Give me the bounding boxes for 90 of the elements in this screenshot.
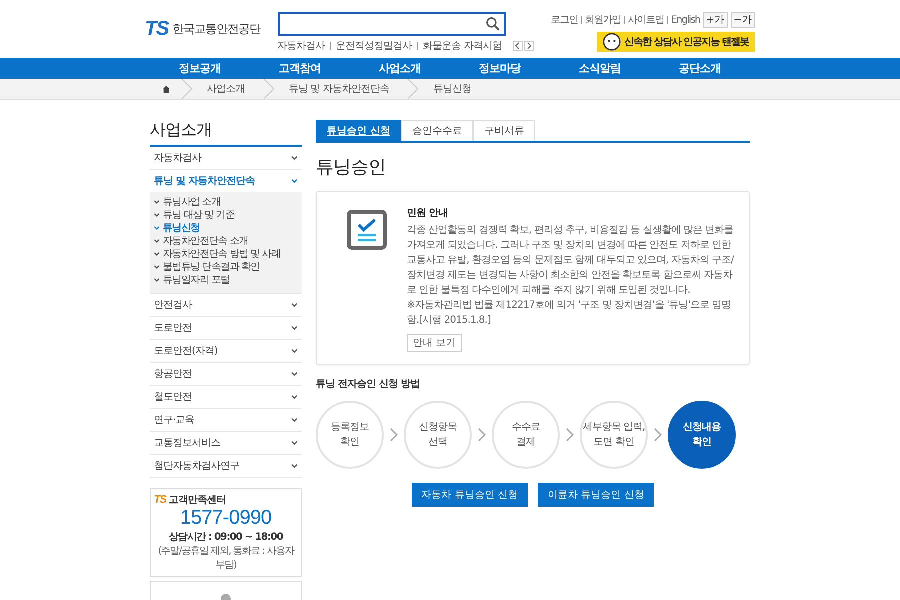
search-field[interactable] <box>278 12 506 36</box>
step-circle: 신청내용 확인 <box>668 401 736 469</box>
contact-title: 고객만족센터 <box>169 494 226 507</box>
submenu-item[interactable]: 튜닝사업 소개 <box>154 196 298 209</box>
breadcrumb-link[interactable]: 튜닝 및 자동차안전단속 <box>289 82 390 96</box>
step-circle: 신청항목 선택 <box>404 401 472 469</box>
quick-link[interactable]: 운전적성정밀검사 <box>336 39 412 53</box>
logo-mark: TS <box>154 494 166 506</box>
caret-icon <box>154 200 160 205</box>
step-circle: 세부항목 입력, 도면 확인 <box>580 401 648 469</box>
utility-link[interactable]: 사이트맵 <box>628 13 664 27</box>
caret-icon <box>291 156 298 160</box>
notice-note: ※자동차관리법 법률 제12217호에 의거 '구조 및 장치변경'을 '튜닝'으로 명명함.[시행 2015.1.8.] <box>407 299 732 328</box>
section-title: 튜닝 전자승인 신청 방법 <box>316 378 421 391</box>
sidebar-item[interactable]: 도로안전(자격) <box>150 340 302 363</box>
page-title: 튜닝승인 <box>316 156 387 179</box>
next-icon[interactable] <box>524 41 534 51</box>
chatbot-banner[interactable]: 신속한 상담사 인공지능 탠젤봇 <box>596 32 755 52</box>
logo-mark[interactable]: TS <box>145 18 169 41</box>
sidebar-item[interactable]: 도로안전 <box>150 317 302 340</box>
caret-icon <box>154 239 160 244</box>
navigation-item[interactable]: 사업소개 <box>350 58 450 79</box>
notice-title: 민원 안내 <box>407 207 449 220</box>
breadcrumb-link[interactable]: 튜닝신청 <box>433 82 472 96</box>
chevron-icon <box>181 79 193 99</box>
sidebar-item[interactable]: 첨단자동차검사연구 <box>150 455 302 478</box>
caret-icon <box>291 394 298 400</box>
quick-link[interactable]: 자동차검사 <box>278 39 326 53</box>
sidebar-item[interactable]: 연구·교육 <box>150 409 302 432</box>
chevron-icon <box>566 428 574 442</box>
tab[interactable]: 구비서류 <box>473 120 536 141</box>
chevron-icon <box>478 428 486 442</box>
step-circle: 등록정보 확인 <box>316 401 384 469</box>
submenu-item[interactable]: 불법튜닝 단속결과 확인 <box>154 261 298 274</box>
navigation-item[interactable]: 소식알림 <box>550 58 650 79</box>
caret-icon <box>154 226 160 231</box>
utility-link[interactable]: 회원가입 <box>585 13 622 27</box>
home-icon[interactable] <box>162 84 171 94</box>
caret-icon <box>291 464 298 468</box>
submenu-item[interactable]: 자동차안전단속 방법 및 사례 <box>154 248 298 261</box>
checklist-icon <box>347 210 387 250</box>
previous-icon[interactable] <box>512 41 523 51</box>
caret-icon <box>291 418 298 422</box>
navigation-item[interactable]: 정보공개 <box>150 58 250 79</box>
caret-icon <box>154 278 160 283</box>
sidebar-item[interactable]: 항공안전 <box>150 363 302 386</box>
tab[interactable]: 승인수수료 <box>401 120 474 141</box>
guide-button[interactable]: 안내 보기 <box>407 334 462 352</box>
navigation-item[interactable]: 공단소개 <box>650 58 750 79</box>
quick-link[interactable]: 화물운송 자격시험 <box>423 39 502 53</box>
notice-text: 각종 산업활동의 경쟁력 확보, 편리성 추구, 비용절감 등 실생활에 많은 변화를 가져오게 되었습니다. 그러나 구조 및 장치의 변경에 따른 안전도 저하로 인한 교통사고 유발, 환경오염 등의 문제점도 함께 대두되고 있으며, 자동차의 구조/장치변경 제도는 변경되는 사항이 최소한의 안전을 확보토록 함으로써 자동차로 인한 불특정 다수인에게 피해를 주지 않기 위해 도입된 것입니다. <box>407 224 735 298</box>
step-circle: 수수료 결제 <box>492 401 560 469</box>
caret-icon <box>291 372 298 376</box>
sidebar-item[interactable]: 철도안전 <box>150 386 302 409</box>
navigation-item[interactable]: 고객참여 <box>250 58 350 79</box>
font-size-button[interactable]: +가 <box>703 12 728 28</box>
chevron-icon <box>407 79 420 99</box>
navigation-item[interactable]: 정보마당 <box>450 58 550 79</box>
caret-icon <box>154 213 160 218</box>
chevron-icon <box>654 428 662 442</box>
sidebar-item[interactable]: 안전검사 <box>150 294 302 317</box>
caret-icon <box>154 265 160 270</box>
sidebar-title: 사업소개 <box>150 120 302 147</box>
font-size-button[interactable]: −가 <box>730 12 755 28</box>
hours-text: 상담시간 : 09:00 ~ 18:00 <box>168 531 284 544</box>
caret-icon <box>291 348 298 354</box>
note-text: (주말/공휴일 제외, 통화료 : 사용자 부담) <box>157 545 296 572</box>
submenu-item[interactable]: 튜닝 대상 및 기준 <box>154 209 298 222</box>
tab[interactable]: 튜닝승인 신청 <box>316 120 402 141</box>
caret-icon <box>154 252 160 257</box>
breadcrumb-link[interactable]: 사업소개 <box>207 82 245 96</box>
apply-button[interactable]: 이륜차 튜닝승인 신청 <box>538 483 654 507</box>
phone-number: 1577-0990 <box>179 507 273 530</box>
caret-icon <box>291 302 298 308</box>
utility-link[interactable]: English <box>671 14 700 26</box>
apply-button[interactable]: 자동차 튜닝승인 신청 <box>412 483 528 507</box>
submenu-item[interactable]: 튜닝신청 <box>154 222 298 235</box>
sidebar-item[interactable]: 자동차검사 <box>150 147 302 170</box>
sidebar-item[interactable]: 교통정보서비스 <box>150 432 302 455</box>
caret-icon <box>291 178 298 184</box>
chevron-icon <box>263 79 275 99</box>
chevron-icon <box>390 428 398 442</box>
search-icon[interactable] <box>486 17 500 31</box>
caret-icon <box>291 326 298 330</box>
caret-icon <box>291 440 298 446</box>
sidebar-item[interactable]: 튜닝 및 자동차안전단속 <box>150 170 302 192</box>
submenu-item[interactable]: 튜닝일자리 포털 <box>154 274 298 287</box>
submenu-item[interactable]: 자동차안전단속 소개 <box>154 235 298 248</box>
utility-link[interactable]: 로그인 <box>551 13 578 27</box>
logo-text[interactable]: 한국교통안전공단 <box>172 21 261 38</box>
